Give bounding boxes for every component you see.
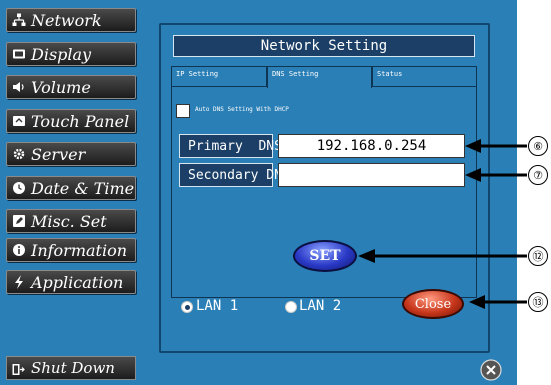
sidebar-item-volume[interactable]: Volume [6,75,136,99]
sidebar-item-network[interactable]: Network [6,8,136,32]
shutdown-label: Shut Down [31,359,115,377]
lan1-label: LAN 1 [196,298,239,314]
display-icon [12,47,26,61]
speaker-icon [12,80,26,94]
sidebar-item-touch-panel[interactable]: Touch Panel [6,109,136,133]
set-button[interactable]: SET [293,240,357,272]
lightning-icon [12,275,26,289]
shutdown-button[interactable]: Shut Down [6,356,136,380]
dhcp-checkbox-label: Auto DNS Setting With DHCP [195,106,289,113]
sidebar-item-label: Network [31,10,102,30]
edit-icon [12,214,26,228]
sidebar-item-label: Information [31,240,128,260]
sidebar-item-date-time[interactable]: Date & Time [6,176,136,200]
touch-panel-icon [12,114,26,128]
exit-icon[interactable] [480,359,502,381]
device-screen: Network Display Volume Touch Panel Serve… [0,0,517,385]
primary-dns-field[interactable]: 192.168.0.254 [278,134,465,158]
tab-dns-setting[interactable]: DNS Setting [267,66,372,88]
tab-ip-setting[interactable]: IP Setting [171,66,267,87]
primary-dns-label: Primary DNS [179,134,282,158]
lan2-radio[interactable] [285,301,297,313]
sidebar-item-label: Volume [31,77,91,97]
callout-12: ⑫ [528,246,548,266]
lan2-label: LAN 2 [299,298,342,314]
sidebar-item-label: Application [31,272,124,292]
callout-6: ⑥ [528,136,548,156]
sidebar-item-label: Misc. Set [31,211,107,231]
callout-13: ⑬ [528,292,548,312]
sidebar-item-application[interactable]: Application [6,270,136,294]
shutdown-icon [12,362,25,375]
sidebar-item-label: Server [31,144,86,164]
secondary-dns-label: Secondary DNS [179,163,290,187]
sidebar-item-label: Display [31,44,92,64]
close-button[interactable]: Close [402,289,464,319]
info-icon [12,243,26,257]
callout-7: ⑦ [528,165,548,185]
gear-icon [12,147,26,161]
dhcp-checkbox[interactable] [176,104,190,118]
network-icon [12,13,26,27]
sidebar-item-server[interactable]: Server [6,142,136,166]
radio-selected-dot [185,305,190,310]
secondary-dns-field[interactable] [278,163,465,187]
sidebar-item-display[interactable]: Display [6,42,136,66]
lan1-radio[interactable] [181,301,193,313]
sidebar-item-label: Date & Time [31,178,135,198]
sidebar-item-misc-set[interactable]: Misc. Set [6,209,136,233]
sidebar-item-label: Touch Panel [31,111,130,131]
sidebar-item-information[interactable]: Information [6,238,136,262]
clock-icon [12,181,26,195]
tab-status[interactable]: Status [372,66,477,87]
panel-title: Network Setting [173,35,475,57]
